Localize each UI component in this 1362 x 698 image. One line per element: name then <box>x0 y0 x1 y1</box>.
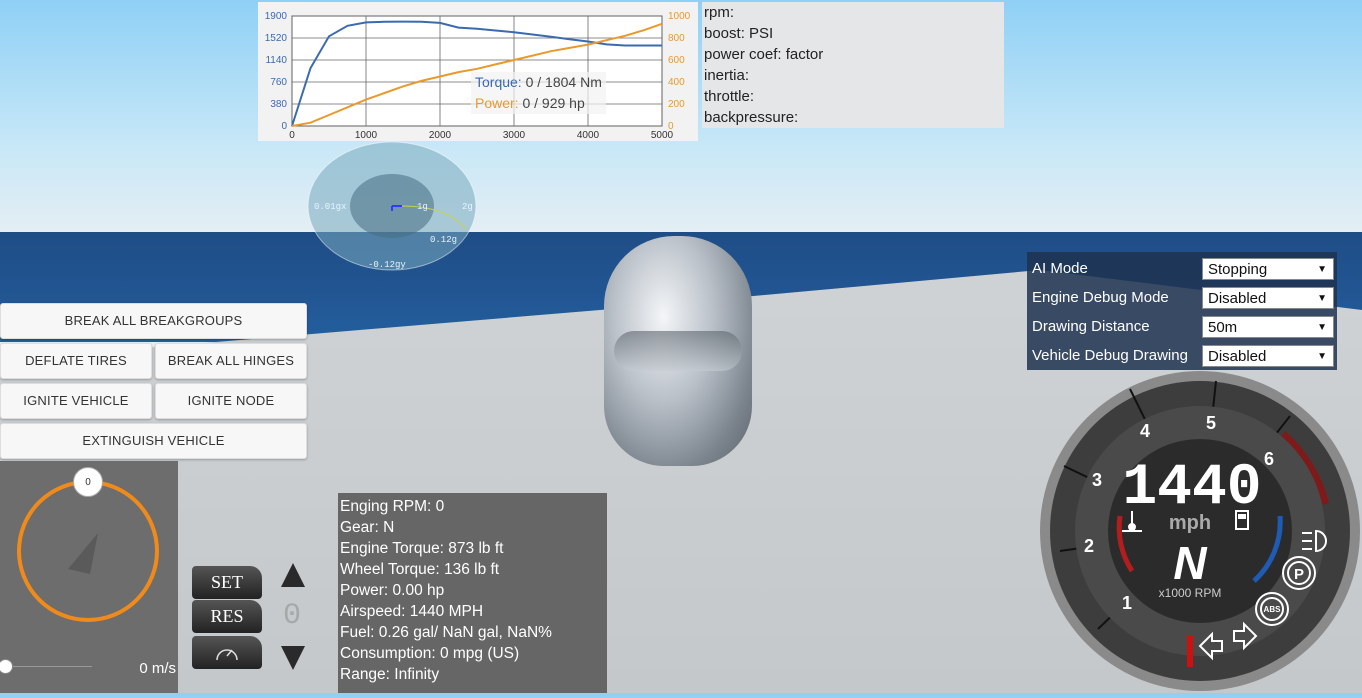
power-legend-value: 0 / 929 hp <box>522 95 585 111</box>
vehicle-debug-drawing-value: Disabled <box>1208 348 1267 365</box>
engine-debug-mode-label: Engine Debug Mode <box>1032 289 1169 306</box>
right-tick-label: 600 <box>668 55 685 66</box>
right-tick-label: 200 <box>668 99 685 110</box>
abs-label: ABS <box>1264 605 1282 614</box>
power-legend-label: Power: <box>475 95 519 111</box>
cruise-set-button[interactable]: SET <box>192 566 262 599</box>
telemetry-panel: Enging RPM: 0 Gear: N Engine Torque: 873… <box>338 493 607 693</box>
ignite-vehicle-button[interactable]: IGNITE VEHICLE <box>0 383 152 419</box>
drawing-distance-value: 50m <box>1208 319 1238 336</box>
vehicle-model <box>604 236 752 466</box>
gforce-ring1-label: 1g <box>417 202 428 212</box>
gauge-unit: mph <box>1169 512 1211 534</box>
break-all-hinges-button[interactable]: BREAK ALL HINGES <box>155 343 307 379</box>
left-tick-label: 1140 <box>265 55 287 66</box>
left-tick-label: 1520 <box>265 33 288 44</box>
info-inertia: inertia: <box>704 67 750 84</box>
gauge-tick-5: 5 <box>1206 413 1216 433</box>
chart-legend: Torque: 0 / 1804 Nm Power: 0 / 929 hp <box>471 72 606 114</box>
dashboard-gauge: 1 2 3 4 5 6 1440 mph N x1000 RPM P ABS <box>1040 371 1362 693</box>
engine-debug-mode-select[interactable]: Disabled ▼ <box>1202 287 1334 309</box>
chevron-down-icon: ▼ <box>1317 322 1327 333</box>
gauge-tick-6: 6 <box>1264 449 1274 469</box>
gauge-tick-4: 4 <box>1140 421 1150 441</box>
chevron-down-icon: ▼ <box>1317 264 1327 275</box>
gforce-canvas: 0.01gx 1g 2g 0.12g -0.12gy <box>307 141 477 271</box>
cruise-res-button[interactable]: RES <box>192 600 262 633</box>
gauge-rpm-label: x1000 RPM <box>1159 586 1222 600</box>
gauge-canvas: 1 2 3 4 5 6 1440 mph N x1000 RPM P ABS <box>1040 371 1360 691</box>
x-tick-label: 0 <box>289 130 295 141</box>
engine-info-panel: rpm: boost: PSI power coef: factor inert… <box>702 2 1004 128</box>
deflate-tires-button[interactable]: DEFLATE TIRES <box>0 343 152 379</box>
info-power-coef: power coef: factor <box>704 46 824 63</box>
right-tick-label: 1000 <box>668 11 691 22</box>
info-rpm: rpm: <box>704 4 734 21</box>
break-all-breakgroups-button[interactable]: BREAK ALL BREAKGROUPS <box>0 303 307 339</box>
right-tick-label: 800 <box>668 33 685 44</box>
info-boost: boost: PSI <box>704 25 774 42</box>
telemetry-gear: Gear: N <box>340 519 395 536</box>
ai-mode-value: Stopping <box>1208 261 1268 278</box>
parking-brake-icon: P <box>1282 556 1316 590</box>
torque-legend-label: Torque: <box>475 74 522 90</box>
left-tick-label: 760 <box>270 77 287 88</box>
chevron-down-icon: ▼ <box>1317 351 1327 362</box>
x-tick-label: 4000 <box>577 130 600 141</box>
gauge-tick-1: 1 <box>1122 593 1132 613</box>
throttle-slider-track <box>6 666 92 667</box>
info-backpressure: backpressure: <box>704 109 799 126</box>
gforce-value-label: 0.12g <box>430 235 457 245</box>
speedometer-icon <box>216 649 238 661</box>
ai-mode-select[interactable]: Stopping ▼ <box>1202 258 1334 280</box>
telemetry-airspeed: Airspeed: 1440 MPH <box>340 603 484 620</box>
steering-knob[interactable]: 0 <box>73 467 103 497</box>
gforce-meter: 0.01gx 1g 2g 0.12g -0.12gy <box>306 141 478 271</box>
drawing-distance-select[interactable]: 50m ▼ <box>1202 316 1334 338</box>
gforce-left-label: 0.01gx <box>314 202 346 212</box>
cruise-speed-button[interactable] <box>192 636 262 669</box>
cruise-down-arrow-icon[interactable] <box>281 646 305 670</box>
engine-debug-mode-value: Disabled <box>1208 290 1267 307</box>
telemetry-engine-torque: Engine Torque: 873 lb ft <box>340 540 504 557</box>
abs-icon: ABS <box>1255 592 1289 626</box>
ignite-node-button[interactable]: IGNITE NODE <box>155 383 307 419</box>
right-tick-label: 400 <box>668 77 685 88</box>
parking-brake-label: P <box>1294 566 1304 583</box>
x-tick-label: 1000 <box>355 130 378 141</box>
left-tick-label: 380 <box>270 99 287 110</box>
gauge-gear: N <box>1173 537 1207 589</box>
vehicle-debug-drawing-select[interactable]: Disabled ▼ <box>1202 345 1334 367</box>
torque-legend-value: 0 / 1804 Nm <box>525 74 602 90</box>
x-tick-label: 3000 <box>503 130 526 141</box>
chevron-down-icon: ▼ <box>1317 293 1327 304</box>
telemetry-wheel-torque: Wheel Torque: 136 lb ft <box>340 561 500 578</box>
extinguish-vehicle-button[interactable]: EXTINGUISH VEHICLE <box>0 423 307 459</box>
left-tick-label: 1900 <box>265 11 288 22</box>
ai-mode-label: AI Mode <box>1032 260 1088 277</box>
gforce-ring2-label: 2g <box>462 202 473 212</box>
telemetry-power: Power: 0.00 hp <box>340 582 445 599</box>
steering-panel: 0 0 m/s <box>0 461 178 693</box>
vehicle-debug-drawing-label: Vehicle Debug Drawing <box>1032 347 1188 364</box>
gauge-tick-2: 2 <box>1084 536 1094 556</box>
telemetry-rpm: Enging RPM: 0 <box>340 498 445 515</box>
telemetry-fuel: Fuel: 0.26 gal/ NaN gal, NaN% <box>340 624 552 641</box>
info-throttle: throttle: <box>704 88 755 105</box>
torque-power-chart: 0 1000 2000 3000 4000 5000 1900 1520 1140 760 380 0… <box>258 2 698 141</box>
right-tick-label: 0 <box>668 121 674 132</box>
cruise-speed-display: 0 <box>283 599 302 633</box>
telemetry-consumption: Consumption: 0 mpg (US) <box>340 645 520 662</box>
speed-readout: 0 m/s <box>139 660 176 677</box>
gforce-bottom-label: -0.12gy <box>368 260 406 270</box>
x-tick-label: 2000 <box>429 130 452 141</box>
left-tick-label: 0 <box>281 121 287 132</box>
cruise-up-arrow-icon[interactable] <box>281 563 305 587</box>
gauge-tick-3: 3 <box>1092 470 1102 490</box>
telemetry-range: Range: Infinity <box>340 666 440 683</box>
drawing-distance-label: Drawing Distance <box>1032 318 1150 335</box>
